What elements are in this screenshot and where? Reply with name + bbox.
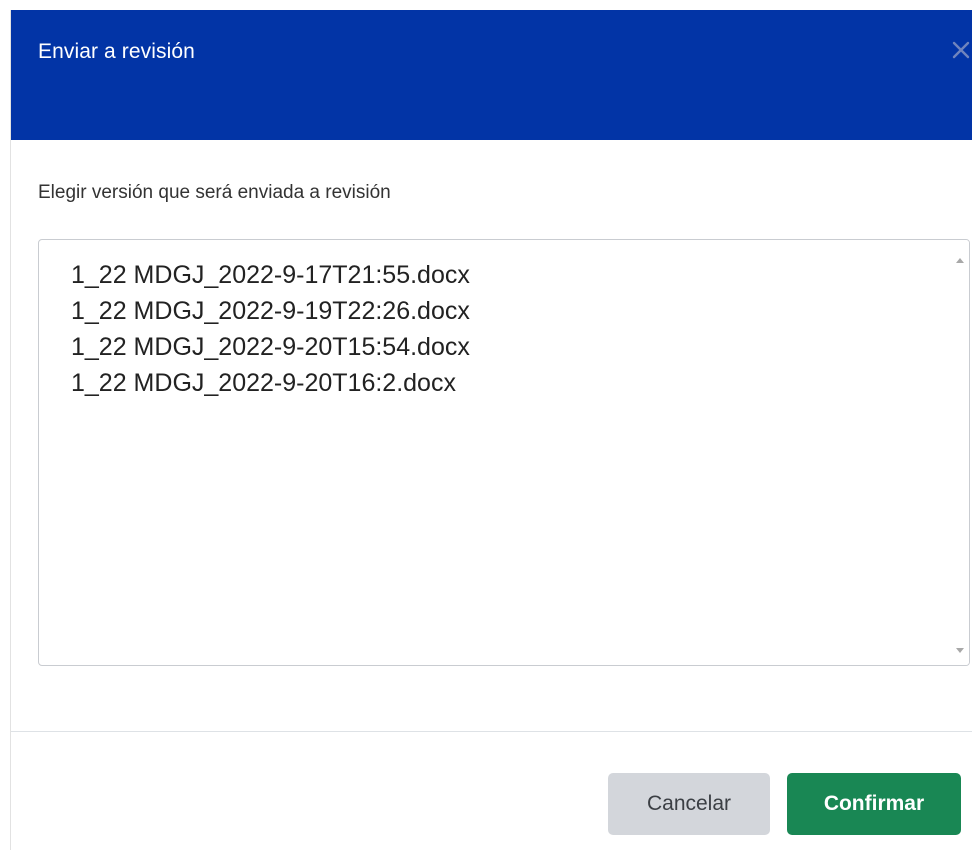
send-to-review-dialog: Enviar a revisión Elegir versión que ser… (10, 10, 972, 850)
listbox-scrollbar[interactable] (951, 240, 969, 665)
version-prompt-label: Elegir versión que será enviada a revisi… (38, 182, 391, 203)
confirm-button[interactable]: Confirmar (787, 773, 961, 835)
version-option[interactable]: 1_22 MDGJ_2022-9-17T21:55.docx (71, 260, 470, 290)
version-option[interactable]: 1_22 MDGJ_2022-9-19T22:26.docx (71, 296, 470, 326)
dialog-header: Enviar a revisión (11, 10, 972, 140)
scroll-up-arrow-icon[interactable] (955, 253, 965, 263)
cancel-button[interactable]: Cancelar (608, 773, 770, 835)
version-option[interactable]: 1_22 MDGJ_2022-9-20T15:54.docx (71, 332, 470, 362)
close-button[interactable] (951, 40, 972, 66)
close-icon (952, 41, 970, 59)
footer-divider (11, 731, 972, 732)
version-listbox[interactable]: 1_22 MDGJ_2022-9-17T21:55.docx 1_22 MDGJ… (38, 239, 970, 666)
scroll-down-arrow-icon[interactable] (955, 642, 965, 653)
dialog-title: Enviar a revisión (38, 40, 195, 63)
version-option[interactable]: 1_22 MDGJ_2022-9-20T16:2.docx (71, 368, 456, 398)
